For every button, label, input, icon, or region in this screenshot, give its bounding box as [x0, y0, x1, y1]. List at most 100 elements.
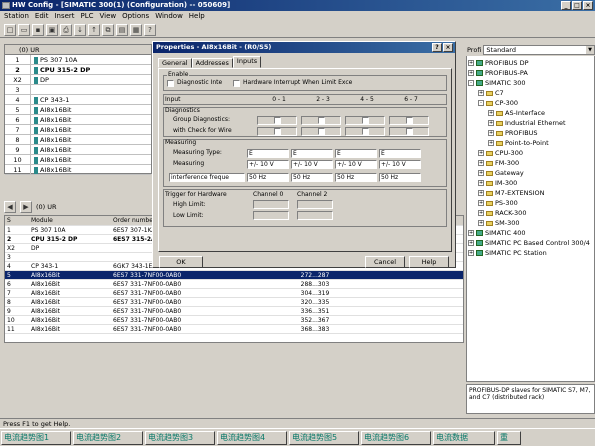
- col-module[interactable]: Module: [29, 216, 111, 225]
- maximize-button[interactable]: □: [572, 1, 582, 10]
- catalog-tree-node[interactable]: - SIMATIC 300: [467, 78, 594, 88]
- catalog-tree-node[interactable]: + PS-300: [467, 198, 594, 208]
- download-icon[interactable]: ↓: [74, 24, 86, 36]
- catalog-tree-node[interactable]: + Point-to-Point: [467, 138, 594, 148]
- measuring-range-field[interactable]: +/- 10 V: [247, 160, 289, 169]
- minimize-button[interactable]: _: [561, 1, 571, 10]
- expand-icon[interactable]: +: [478, 150, 484, 156]
- catalog-tree-node[interactable]: + SIMATIC PC Station: [467, 248, 594, 258]
- rack-slot-row[interactable]: 5 AI8x16Bit: [5, 105, 151, 115]
- expand-icon[interactable]: +: [478, 210, 484, 216]
- measuring-range-field[interactable]: +/- 10 V: [291, 160, 333, 169]
- taskbar-item[interactable]: 电流趋势图3: [145, 431, 215, 445]
- catalog-tree-node[interactable]: + SIMATIC PC Based Control 300/4: [467, 238, 594, 248]
- expand-icon[interactable]: +: [468, 240, 474, 246]
- catalog-tree-node[interactable]: + PROFIBUS-PA: [467, 68, 594, 78]
- expand-icon[interactable]: +: [468, 70, 474, 76]
- profile-select[interactable]: Standard ▼: [483, 45, 595, 55]
- rack-slot-row[interactable]: 3: [5, 85, 151, 95]
- interference-frequency-field[interactable]: 50 Hz: [291, 173, 333, 182]
- table-row[interactable]: 9 AI8x16Bit 6ES7 331-7NF00-0AB0 336...351: [5, 307, 463, 316]
- catalog-tree-node[interactable]: + Industrial Ethernet: [467, 118, 594, 128]
- tab-addresses[interactable]: Addresses: [191, 58, 233, 68]
- copy-icon[interactable]: ⧉: [102, 24, 114, 36]
- menu-insert[interactable]: Insert: [54, 11, 74, 22]
- wire-check-checkbox[interactable]: [362, 128, 369, 135]
- menu-help[interactable]: Help: [189, 11, 205, 22]
- rack-slot-row[interactable]: 4 CP 343-1: [5, 95, 151, 105]
- table-row[interactable]: 8 AI8x16Bit 6ES7 331-7NF00-0AB0 320...335: [5, 298, 463, 307]
- new-icon[interactable]: □: [4, 24, 16, 36]
- tab-inputs[interactable]: Inputs: [232, 56, 262, 68]
- group-diagnostics-checkbox[interactable]: [362, 117, 369, 124]
- rack-slot-row[interactable]: 9 AI8x16Bit: [5, 145, 151, 155]
- forward-arrow-icon[interactable]: ▶: [20, 200, 32, 213]
- hw-interrupt-checkbox[interactable]: [233, 80, 240, 87]
- rack-slot-row[interactable]: 10 AI8x16Bit: [5, 155, 151, 165]
- expand-icon[interactable]: +: [478, 200, 484, 206]
- expand-icon[interactable]: +: [478, 220, 484, 226]
- table-row[interactable]: 6 AI8x16Bit 6ES7 331-7NF00-0AB0 288...303: [5, 280, 463, 289]
- rack-slot-row[interactable]: X2 DP: [5, 75, 151, 85]
- taskbar-item[interactable]: 重: [497, 431, 521, 445]
- high-limit-ch2-field[interactable]: [297, 200, 333, 209]
- dialog-close-icon[interactable]: ×: [443, 43, 453, 52]
- expand-icon[interactable]: +: [478, 90, 484, 96]
- menu-plc[interactable]: PLC: [81, 11, 94, 22]
- expand-icon[interactable]: +: [488, 120, 494, 126]
- tab-general[interactable]: General: [158, 58, 192, 68]
- chevron-down-icon[interactable]: ▼: [586, 46, 594, 54]
- table-row[interactable]: 10 AI8x16Bit 6ES7 331-7NF00-0AB0 352...367: [5, 316, 463, 325]
- dialog-help-icon[interactable]: ?: [432, 43, 442, 52]
- expand-icon[interactable]: +: [468, 60, 474, 66]
- measuring-type-field[interactable]: E: [335, 149, 377, 158]
- back-arrow-icon[interactable]: ◀: [4, 200, 16, 213]
- catalog-tree-node[interactable]: + C7: [467, 88, 594, 98]
- open-icon[interactable]: ▭: [18, 24, 30, 36]
- expand-icon[interactable]: +: [478, 160, 484, 166]
- upload-icon[interactable]: ↑: [88, 24, 100, 36]
- menu-station[interactable]: Station: [4, 11, 29, 22]
- wire-check-checkbox[interactable]: [318, 128, 325, 135]
- table-row[interactable]: 7 AI8x16Bit 6ES7 331-7NF00-0AB0 304...319: [5, 289, 463, 298]
- catalog-tree-node[interactable]: + FM-300: [467, 158, 594, 168]
- rack-slot-row[interactable]: 8 AI8x16Bit: [5, 135, 151, 145]
- diagnostic-interrupt-checkbox[interactable]: [167, 80, 174, 87]
- help-button[interactable]: Help: [409, 256, 449, 268]
- expand-icon[interactable]: +: [478, 180, 484, 186]
- expand-icon[interactable]: +: [468, 250, 474, 256]
- high-limit-ch0-field[interactable]: [253, 200, 289, 209]
- measuring-type-field[interactable]: E: [379, 149, 421, 158]
- expand-icon[interactable]: +: [468, 230, 474, 236]
- print-icon[interactable]: ⎙: [60, 24, 72, 36]
- close-button[interactable]: ×: [583, 1, 593, 10]
- col-slot[interactable]: S: [5, 216, 29, 225]
- wire-check-checkbox[interactable]: [274, 128, 281, 135]
- menu-window[interactable]: Window: [155, 11, 183, 22]
- measuring-type-field[interactable]: E: [291, 149, 333, 158]
- catalog-icon[interactable]: ▦: [130, 24, 142, 36]
- measuring-range-field[interactable]: +/- 10 V: [335, 160, 377, 169]
- help-icon[interactable]: ?: [144, 24, 156, 36]
- group-diagnostics-checkbox[interactable]: [274, 117, 281, 124]
- interference-frequency-field[interactable]: 50 Hz: [247, 173, 289, 182]
- catalog-tree-node[interactable]: + RACK-300: [467, 208, 594, 218]
- rack-slot-row[interactable]: 6 AI8x16Bit: [5, 115, 151, 125]
- menu-options[interactable]: Options: [122, 11, 149, 22]
- measuring-type-field[interactable]: E: [247, 149, 289, 158]
- menu-view[interactable]: View: [100, 11, 117, 22]
- taskbar-item[interactable]: 电流趋势图2: [73, 431, 143, 445]
- menu-edit[interactable]: Edit: [35, 11, 49, 22]
- save-compile-icon[interactable]: ▣: [46, 24, 58, 36]
- paste-icon[interactable]: ▤: [116, 24, 128, 36]
- collapse-icon[interactable]: -: [468, 80, 474, 86]
- rack-slot-row[interactable]: 1 PS 307 10A: [5, 55, 151, 65]
- collapse-icon[interactable]: -: [478, 100, 484, 106]
- catalog-tree-node[interactable]: + PROFIBUS: [467, 128, 594, 138]
- catalog-tree-node[interactable]: + PROFIBUS DP: [467, 58, 594, 68]
- catalog-tree-node[interactable]: + M7-EXTENSION: [467, 188, 594, 198]
- measuring-range-field[interactable]: +/- 10 V: [379, 160, 421, 169]
- catalog-tree-node[interactable]: + SM-300: [467, 218, 594, 228]
- taskbar-item[interactable]: 电流趋势图1: [1, 431, 71, 445]
- expand-icon[interactable]: +: [488, 110, 494, 116]
